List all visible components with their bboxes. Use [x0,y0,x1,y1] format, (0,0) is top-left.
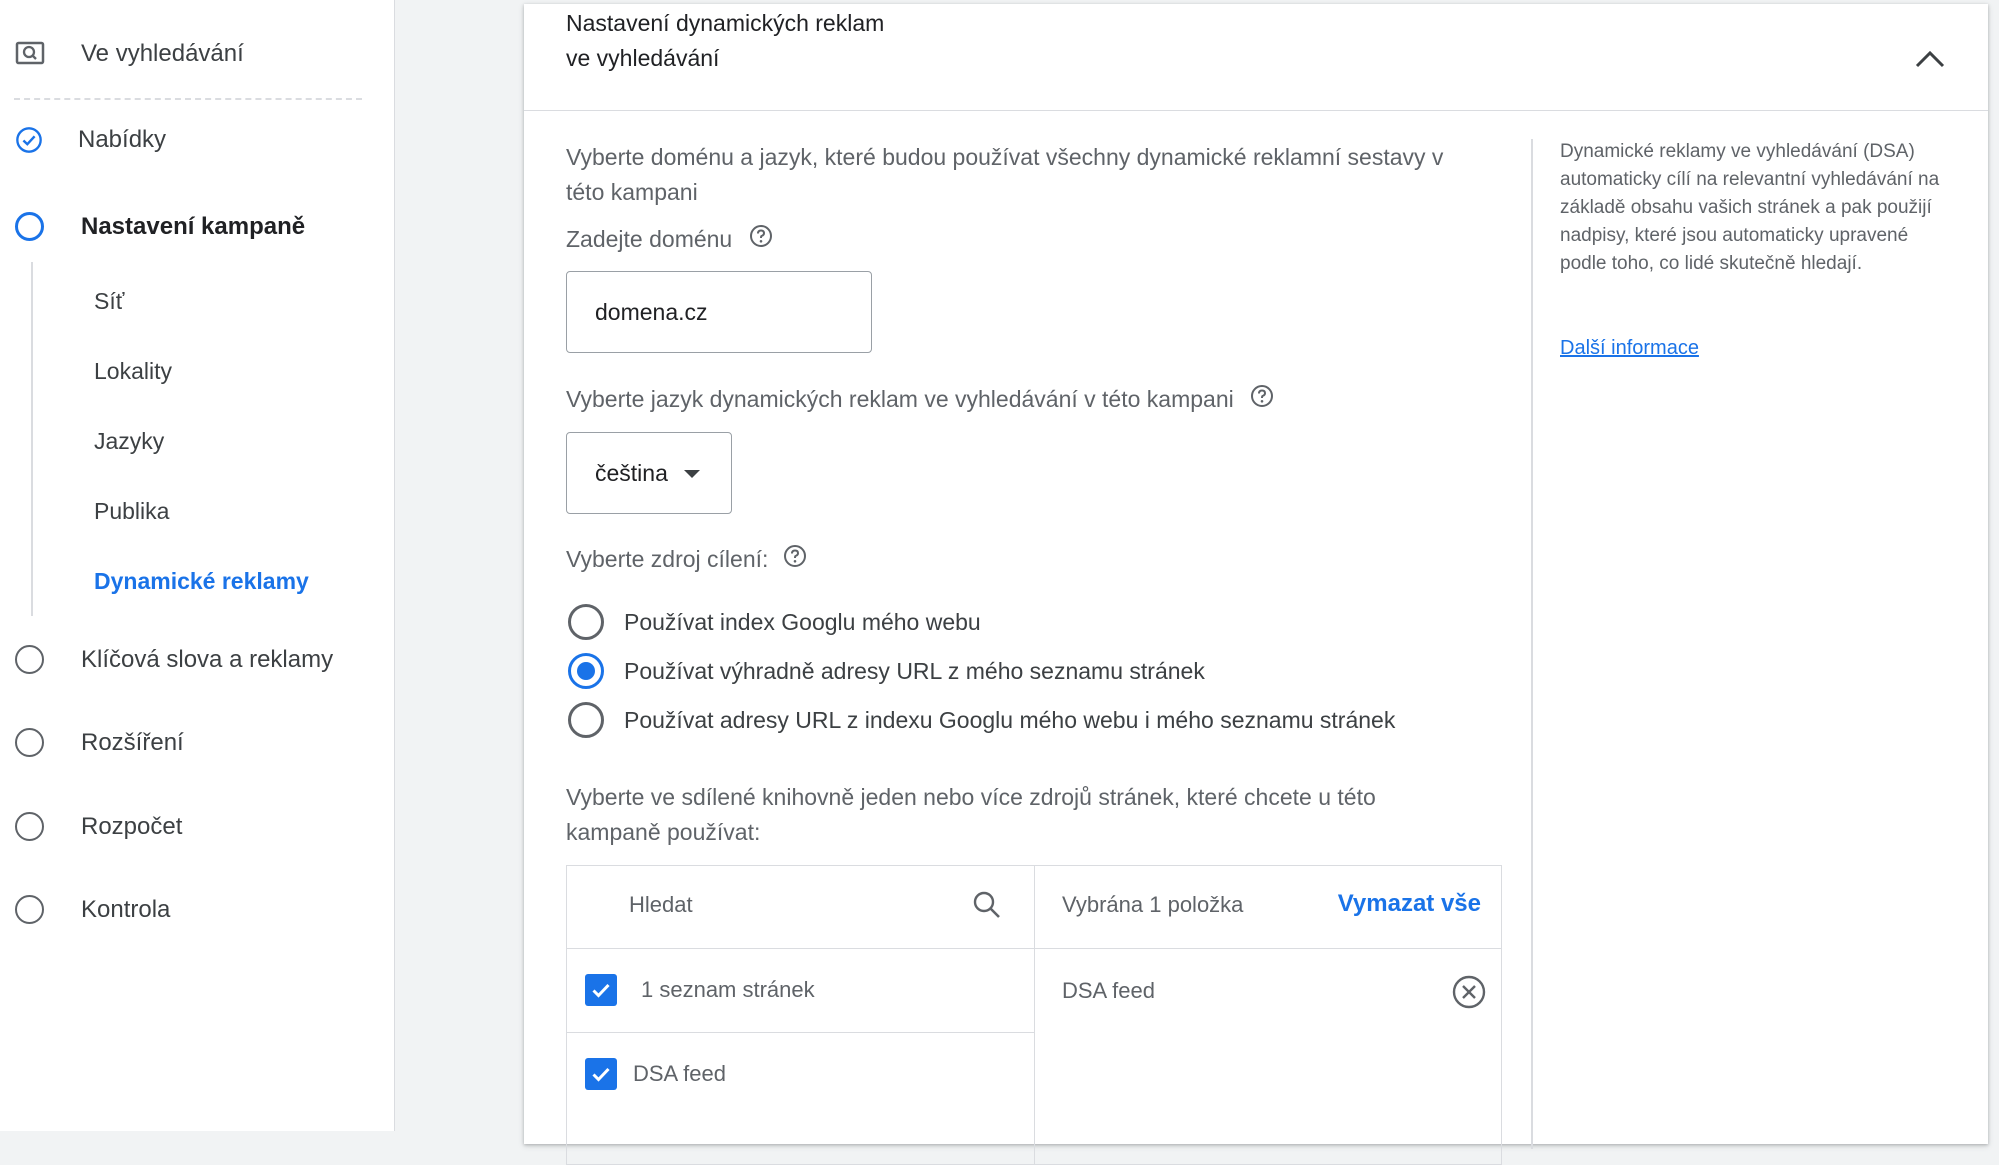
checkbox-checked[interactable] [585,1058,617,1090]
radio-button[interactable] [568,604,604,640]
selected-item-label: DSA feed [1062,978,1155,1003]
search-campaign-icon [15,41,45,67]
radio-label: Používat adresy URL z indexu Googlu mého… [624,706,1396,733]
remove-icon[interactable] [1451,974,1487,1015]
radio-both[interactable]: Používat adresy URL z indexu Googlu mého… [568,702,1395,738]
radio-label: Používat výhradně adresy URL z mého sezn… [624,657,1205,684]
domain-input[interactable] [566,271,872,353]
step-campaign-settings[interactable]: Nastavení kampaně [15,212,305,241]
clear-all-button[interactable]: Vymazat vše [1338,890,1481,918]
step-label: Klíčová slova a reklamy [81,645,334,673]
selected-header: Vybrána 1 položka Vymazat vše [1034,866,1501,949]
list-item[interactable]: 1 seznam stránek [567,948,1034,1033]
selected-item: DSA feed [1034,950,1501,1034]
step-budget[interactable]: Rozpočet [15,812,182,841]
feeds-label: Vyberte ve sdílené knihovně jeden nebo v… [566,784,1376,845]
step-extensions[interactable]: Rozšíření [15,728,184,757]
picker-list: Hledat 1 seznam stránek DSA feed [567,866,1035,1164]
step-label: Nabídky [78,126,167,153]
step-keywords-ads[interactable]: Klíčová slova a reklamy [15,645,333,674]
radio-google-index[interactable]: Používat index Googlu mého webu [568,604,981,640]
card-header[interactable]: Nastavení dynamických reklam ve vyhledáv… [524,4,1988,111]
step-label: Rozpočet [81,812,183,840]
targeting-label-row: Vyberte zdroj cílení: [566,542,807,578]
help-icon[interactable] [1250,383,1274,418]
domain-label-row: Zadejte doménu [566,222,773,258]
sidebar-item-label: Ve vyhledávání [81,40,244,67]
domain-label: Zadejte doménu [566,226,733,252]
learn-more-link[interactable]: Další informace [1560,337,1699,360]
divider [14,98,362,100]
checkbox-checked[interactable] [585,974,617,1006]
step-offers[interactable]: Nabídky [15,126,166,154]
sidebar-item-search[interactable]: Ve vyhledávání [15,40,244,68]
dsa-settings-card: Nastavení dynamických reklam ve vyhledáv… [524,4,1988,1165]
dropdown-arrow-icon [683,470,700,478]
step-sidebar: Ve vyhledávání Nabídky Nastavení kampaně… [0,0,395,1131]
search-icon[interactable] [970,888,1004,927]
circle-icon [15,895,44,924]
substep-network[interactable]: Síť [94,288,124,315]
circle-icon [15,812,44,841]
selected-count: Vybrána 1 položka [1062,892,1244,917]
substep-line [31,262,33,616]
list-item-label: 1 seznam stránek [641,977,815,1002]
language-select[interactable]: čeština [566,432,732,514]
step-label: Kontrola [81,895,171,923]
language-label-row: Vyberte jazyk dynamických reklam ve vyhl… [566,382,1274,418]
list-item[interactable]: DSA feed [567,1032,1034,1116]
radio-page-feed-only[interactable]: Používat výhradně adresy URL z mého sezn… [568,653,1205,689]
intro-text: Vyberte doménu a jazyk, které budou použ… [566,144,1444,205]
circle-icon [15,645,44,674]
radio-button-selected[interactable] [568,653,604,689]
help-divider [1531,139,1533,1149]
radio-label: Používat index Googlu mého webu [624,608,981,635]
search-placeholder: Hledat [629,892,693,917]
substep-dynamic-ads[interactable]: Dynamické reklamy [94,568,309,595]
picker-search[interactable]: Hledat [567,866,1034,949]
circle-icon [15,728,44,757]
page-feed-picker: Hledat 1 seznam stránek DSA feed Vybrána… [566,865,1502,1165]
step-label: Nastavení kampaně [81,212,306,240]
substep-languages[interactable]: Jazyky [94,428,164,455]
step-label: Rozšíření [81,728,184,756]
card-title: Nastavení dynamických reklam ve vyhledáv… [566,10,885,71]
targeting-label: Vyberte zdroj cílení: [566,546,769,572]
step-review[interactable]: Kontrola [15,895,170,924]
language-value: čeština [595,459,668,486]
help-icon[interactable] [783,543,807,578]
check-circle-icon [15,126,43,154]
chevron-up-icon [1910,50,1950,84]
collapse-button[interactable] [1910,40,1950,80]
circle-icon [15,212,44,241]
help-text: Dynamické reklamy ve vyhledávání (DSA) a… [1560,141,1940,274]
radio-button[interactable] [568,702,604,738]
help-icon[interactable] [749,223,773,258]
list-item-label: DSA feed [633,1061,726,1086]
substep-locations[interactable]: Lokality [94,358,172,385]
language-label: Vyberte jazyk dynamických reklam ve vyhl… [566,386,1234,412]
substep-audiences[interactable]: Publika [94,498,169,525]
